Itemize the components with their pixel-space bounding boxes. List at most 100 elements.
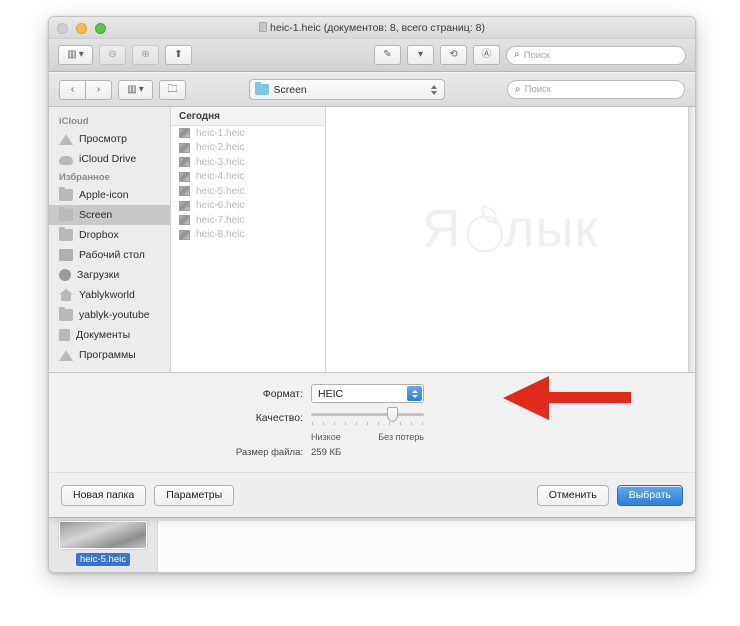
quality-slider[interactable]: [311, 407, 424, 425]
folder-icon: [59, 226, 73, 241]
sidebar-item-label: Просмотр: [79, 133, 127, 145]
format-stepper-icon[interactable]: [407, 386, 422, 401]
view-mode-button[interactable]: ▥ ▾: [118, 79, 153, 100]
sidebar-header-favorites: Избранное: [59, 172, 110, 183]
file-name: heic-4.heic: [196, 171, 245, 183]
sidebar-item-label: Программы: [79, 349, 136, 361]
sidebar-item-documents[interactable]: Документы: [49, 325, 170, 345]
toolbar-search-field[interactable]: ⌕ Поиск: [506, 45, 686, 65]
sidebar-item-label: yablyk-youtube: [79, 309, 150, 321]
sidebar-item-yablykworld[interactable]: Yablykworld: [49, 285, 170, 305]
apple-logo-icon: [464, 207, 503, 253]
sidebar-item-prosmotr[interactable]: Просмотр: [49, 129, 170, 149]
finder-body: iCloud Просмотр iCloud Drive Избранное A…: [49, 107, 695, 372]
annotate-button[interactable]: Ⓐ: [473, 45, 500, 65]
new-folder-icon: 🗀: [167, 83, 178, 95]
new-folder-button[interactable]: 🗀: [159, 79, 186, 100]
slider-thumb[interactable]: [386, 407, 398, 422]
file-thumbnail-icon: [179, 128, 190, 139]
file-list-item[interactable]: heic-7.heic: [171, 213, 325, 228]
home-icon: [59, 289, 73, 301]
choose-button[interactable]: Выбрать: [616, 484, 683, 506]
sidebar-item-downloads[interactable]: Загрузки: [49, 265, 170, 285]
applications-icon: [59, 350, 73, 361]
format-select[interactable]: HEIC: [311, 384, 424, 403]
location-dropdown[interactable]: Screen: [248, 79, 445, 100]
zoom-out-button[interactable]: ⊖: [99, 45, 126, 65]
rotate-button[interactable]: ⟲: [440, 45, 467, 65]
thumbnail-item[interactable]: heic-5.heic: [59, 521, 147, 567]
folder-icon: [59, 206, 73, 221]
search-icon: ⌕: [515, 83, 521, 95]
file-thumbnail-icon: [179, 200, 190, 211]
filesize-value: 259 КБ: [311, 447, 342, 458]
file-list-item[interactable]: heic-6.heic: [171, 199, 325, 214]
sidebar-icon: ▥: [67, 49, 77, 60]
sidebar-item-applications[interactable]: Программы: [49, 345, 170, 365]
location-stepper-icon: [430, 83, 439, 97]
watermark-text-left: Я: [422, 199, 462, 259]
format-label: Формат:: [262, 387, 303, 400]
filesize-row: Размер файла: 259 КБ: [49, 447, 695, 458]
cloud-icon: [59, 155, 73, 165]
file-list-item[interactable]: heic-3.heic: [171, 155, 325, 170]
finder-search-field[interactable]: ⌕ Поиск: [507, 80, 685, 99]
watermark-text-right: лык: [503, 199, 599, 259]
sidebar-item-screen[interactable]: Screen: [49, 205, 170, 225]
back-button[interactable]: ‹: [59, 79, 86, 100]
toolbar-search-placeholder: Поиск: [523, 49, 550, 61]
sidebar-item-label: Apple-icon: [79, 189, 129, 201]
forward-button[interactable]: ›: [85, 79, 112, 100]
file-thumbnail-icon: [179, 215, 190, 226]
markup-button[interactable]: ✎: [374, 45, 401, 65]
airdrop-icon: [59, 134, 73, 145]
sidebar-item-apple-icon[interactable]: Apple-icon: [49, 185, 170, 205]
quality-min-label: Низкое: [311, 432, 341, 442]
markup-options-button[interactable]: ▾: [407, 45, 434, 65]
window-title-text: heic-1.heic (документов: 8, всего страни…: [270, 21, 485, 34]
file-list-item[interactable]: heic-5.heic: [171, 184, 325, 199]
file-thumbnail-icon: [179, 142, 190, 153]
share-button[interactable]: ⬆: [165, 45, 192, 65]
finder-navbar: ‹ › ▥ ▾ 🗀 Screen ⌕ Поиск: [49, 73, 695, 107]
slider-ticks: [311, 422, 424, 425]
chevron-up-icon: [411, 389, 418, 393]
sidebar-item-icloud-drive[interactable]: iCloud Drive: [49, 149, 170, 169]
sidebar-item-dropbox[interactable]: Dropbox: [49, 225, 170, 245]
parameters-button[interactable]: Параметры: [154, 484, 235, 506]
cancel-button[interactable]: Отменить: [536, 484, 609, 506]
finder-search-placeholder: Поиск: [524, 84, 551, 95]
sidebar-header-icloud: iCloud: [59, 116, 89, 127]
page-thumbnail[interactable]: [59, 521, 147, 549]
sidebar-item-yablyk-youtube[interactable]: yablyk-youtube: [49, 305, 170, 325]
maximize-button[interactable]: [95, 23, 106, 34]
minimize-button[interactable]: [76, 23, 87, 34]
slider-track: [311, 413, 424, 416]
new-folder-button[interactable]: Новая папка: [61, 484, 147, 506]
file-name: heic-5.heic: [196, 185, 245, 197]
file-thumbnail-icon: [179, 171, 190, 182]
nav-history-group: ‹ ›: [59, 79, 112, 100]
window-right-edge-strip: [688, 107, 695, 372]
arrow-head: [503, 376, 549, 420]
yablyk-watermark: Я лык: [422, 198, 599, 259]
annotate-icon: Ⓐ: [481, 49, 492, 60]
sidebar-toggle-button[interactable]: ▥ ▾: [58, 45, 93, 65]
file-list-item[interactable]: heic-1.heic: [171, 126, 325, 141]
sidebar-item-desktop[interactable]: Рабочий стол: [49, 245, 170, 265]
file-list-item[interactable]: heic-2.heic: [171, 141, 325, 156]
file-name: heic-6.heic: [196, 200, 245, 212]
quality-label: Качество:: [255, 411, 303, 424]
red-arrow-annotation: [503, 376, 631, 420]
zoom-in-button[interactable]: ⊕: [132, 45, 159, 65]
file-name: heic-8.heic: [196, 229, 245, 241]
file-thumbnail-icon: [179, 229, 190, 240]
close-button[interactable]: [57, 23, 68, 34]
chevron-down-icon: ▾: [417, 49, 424, 60]
finder-sidebar: iCloud Просмотр iCloud Drive Избранное A…: [49, 107, 171, 372]
filesize-label: Размер файла:: [235, 447, 303, 458]
file-list-item[interactable]: heic-4.heic: [171, 170, 325, 185]
window-title: heic-1.heic (документов: 8, всего страни…: [49, 21, 695, 34]
file-list-item[interactable]: heic-8.heic: [171, 228, 325, 243]
quality-scale-row: Низкое Без потерь: [49, 432, 695, 442]
